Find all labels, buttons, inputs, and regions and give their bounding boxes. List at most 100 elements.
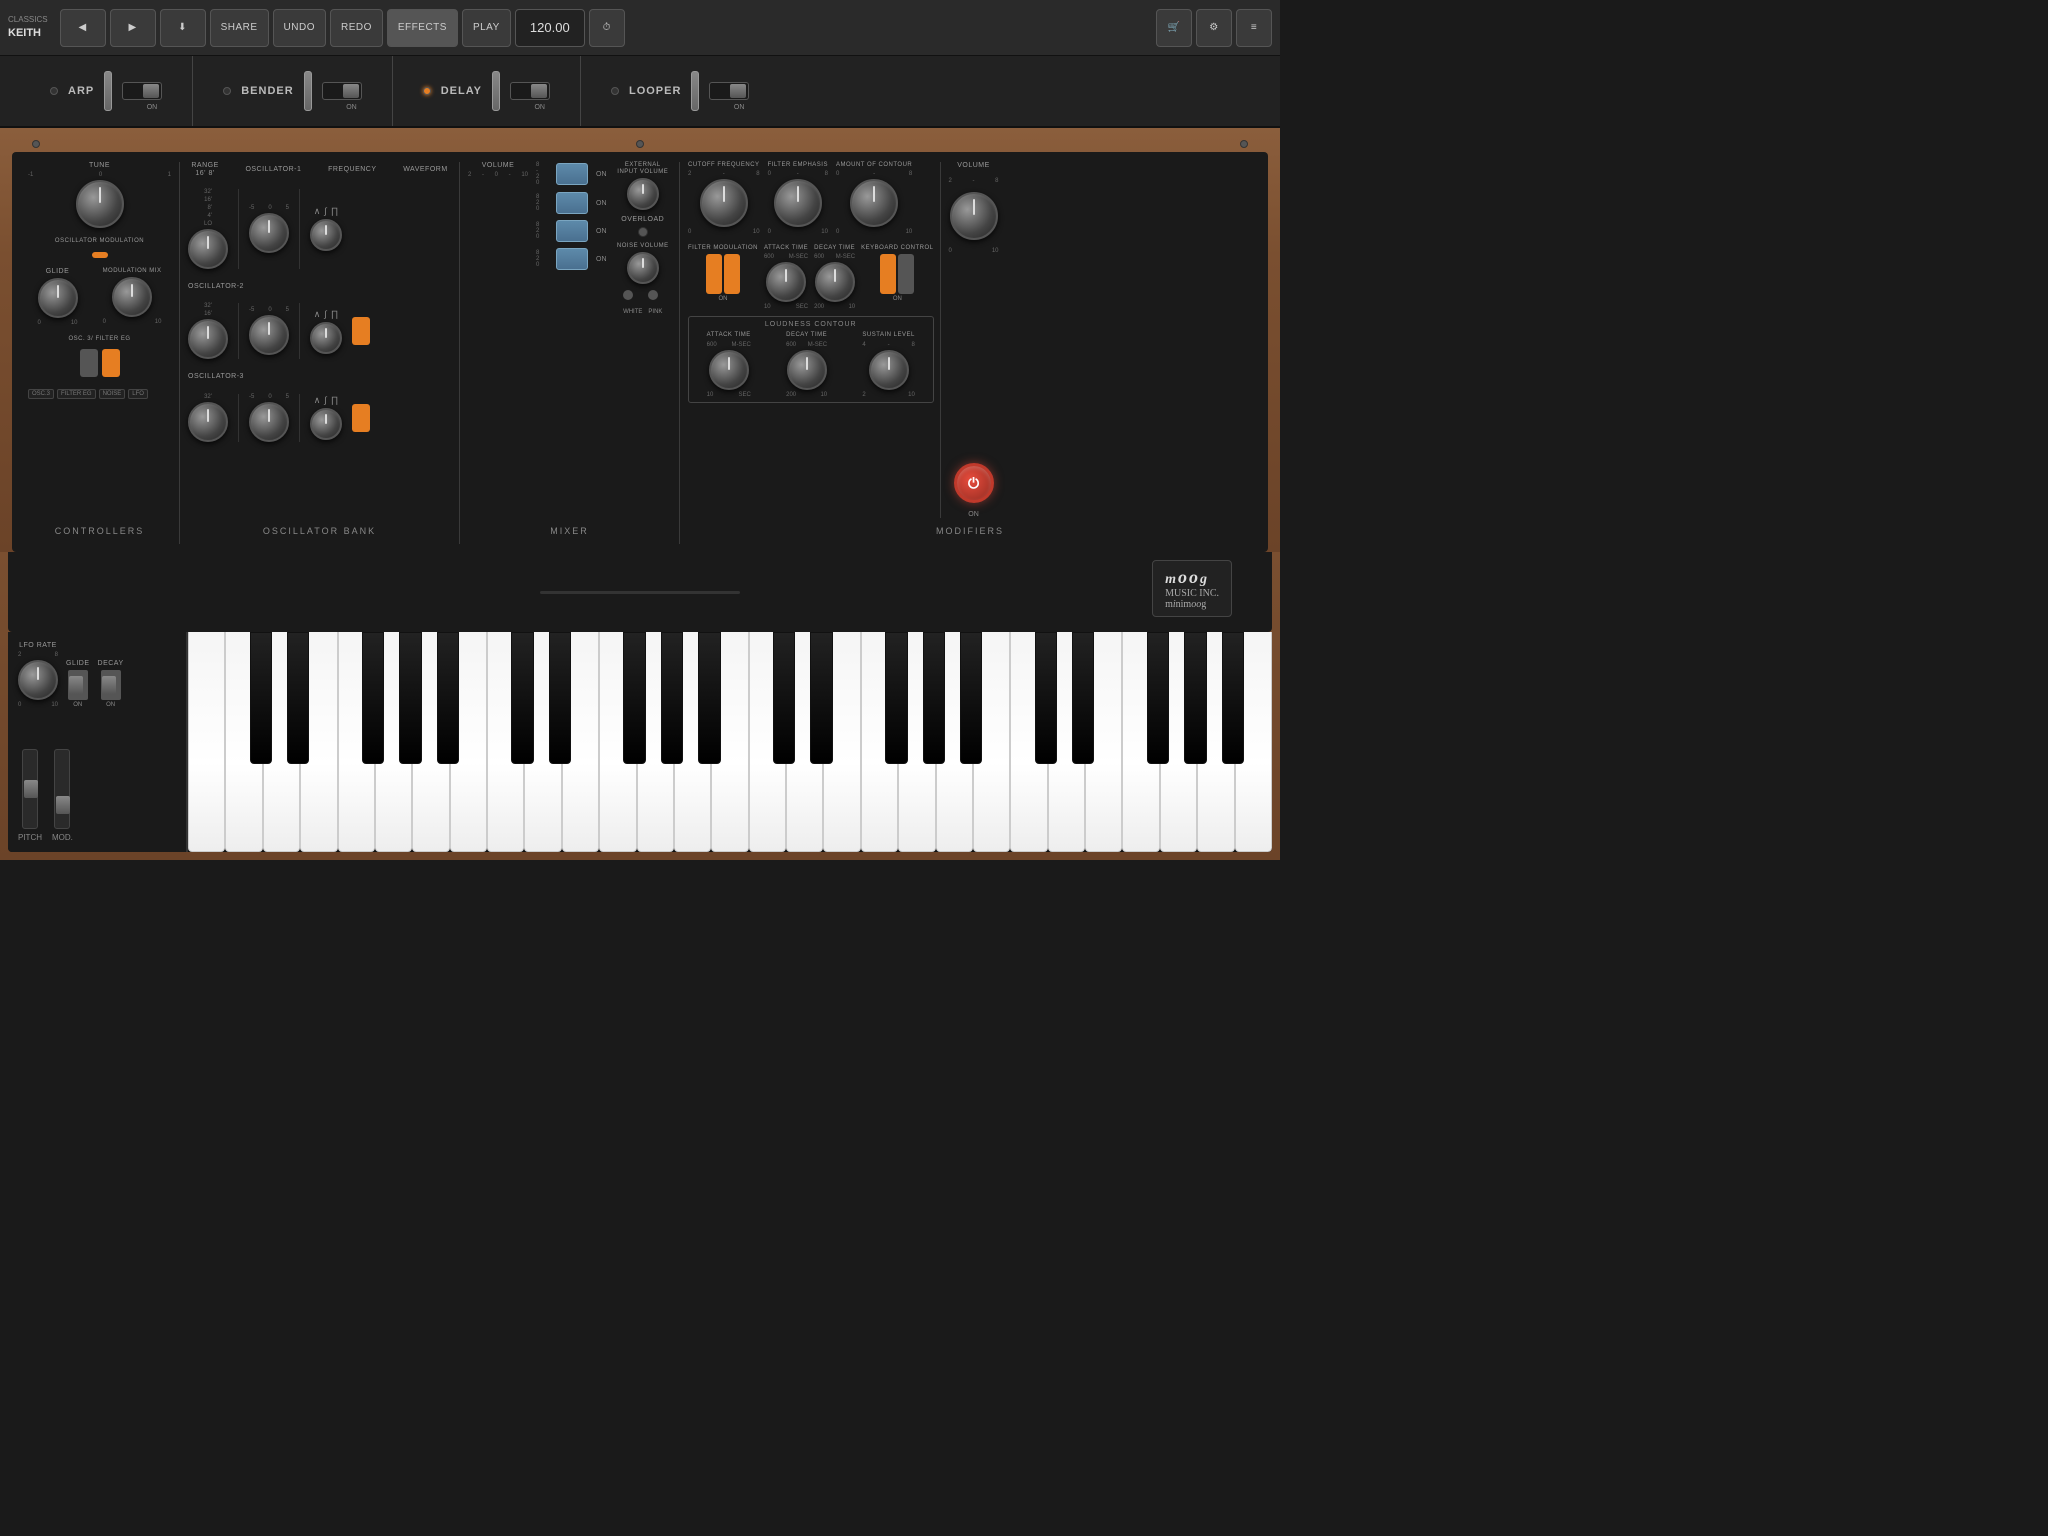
arp-toggle[interactable]: ON <box>122 82 162 100</box>
lc-decay-knob[interactable] <box>787 350 827 390</box>
main-vol-knob[interactable] <box>950 192 998 240</box>
pink-led <box>648 290 658 300</box>
osc3-filter-label: OSC. 3/ FILTER EG <box>68 336 130 343</box>
osc3-freq-knob[interactable] <box>249 402 289 442</box>
bender-toggle[interactable]: ON <box>322 82 362 100</box>
osc1-range-knob[interactable] <box>188 229 228 269</box>
play-button[interactable]: PLAY <box>462 9 511 47</box>
osc1-freq-knob[interactable] <box>249 213 289 253</box>
black-key[interactable] <box>437 632 459 764</box>
kb-switch1[interactable] <box>880 254 896 294</box>
mod-slider[interactable] <box>54 749 70 829</box>
arp-slider[interactable] <box>104 71 112 111</box>
tempo-sync-button[interactable]: ⏱ <box>589 9 625 47</box>
black-key[interactable] <box>885 632 907 764</box>
lfo-rate-knob[interactable] <box>18 660 58 700</box>
osc1-wave-knob[interactable] <box>310 219 342 251</box>
black-key[interactable] <box>250 632 272 764</box>
ch3-fader[interactable] <box>556 220 588 242</box>
black-key[interactable] <box>960 632 982 764</box>
black-key[interactable] <box>362 632 384 764</box>
filter-mod-switch1[interactable] <box>706 254 722 294</box>
lfo-btn[interactable]: LFO <box>128 389 148 399</box>
black-key[interactable] <box>287 632 309 764</box>
black-key[interactable] <box>773 632 795 764</box>
delay-toggle[interactable]: ON <box>510 82 550 100</box>
black-key[interactable] <box>1184 632 1206 764</box>
emphasis-knob[interactable] <box>774 179 822 227</box>
decay-group-kb: DECAY ON <box>98 660 124 708</box>
osc2-freq-knob[interactable] <box>249 315 289 355</box>
filter-mod-switch2[interactable] <box>724 254 740 294</box>
osc2-wave-knob[interactable] <box>310 322 342 354</box>
kb-switch2[interactable] <box>898 254 914 294</box>
lc-attack-knob[interactable] <box>709 350 749 390</box>
tune-knob[interactable] <box>76 180 124 228</box>
osc3-range-knob[interactable] <box>188 402 228 442</box>
mod-mix-knob[interactable] <box>112 277 152 317</box>
noise-group: NOISE VOLUME WHITE PINK <box>615 243 672 318</box>
osc-mod-switch[interactable] <box>92 252 108 258</box>
osc3-wave-knob[interactable] <box>310 408 342 440</box>
cutoff-knob[interactable] <box>700 179 748 227</box>
ch1-fader[interactable] <box>556 163 588 185</box>
osc2-range-knob[interactable] <box>188 319 228 359</box>
pitch-slider[interactable] <box>22 749 38 829</box>
next-button[interactable]: ▶ <box>110 9 156 47</box>
ext-vol-knob[interactable] <box>627 178 659 210</box>
filter-attack-knob[interactable] <box>766 262 806 302</box>
ch4-fader[interactable] <box>556 248 588 270</box>
black-key[interactable] <box>1222 632 1244 764</box>
share-button[interactable]: SHARE <box>210 9 269 47</box>
prev-button[interactable]: ◀ <box>60 9 106 47</box>
undo-button[interactable]: UNDO <box>273 9 326 47</box>
filter-decay-knob[interactable] <box>815 262 855 302</box>
scroll-bar[interactable] <box>540 591 740 594</box>
ch2-fader[interactable] <box>556 192 588 214</box>
ch3-on: ON <box>596 228 607 235</box>
black-key[interactable] <box>923 632 945 764</box>
white-key[interactable] <box>188 632 225 852</box>
looper-toggle[interactable]: ON <box>709 82 749 100</box>
black-key[interactable] <box>661 632 683 764</box>
black-key[interactable] <box>623 632 645 764</box>
effects-button[interactable]: EFFECTS <box>387 9 458 47</box>
arp-label: ARP <box>68 85 94 97</box>
black-key[interactable] <box>549 632 571 764</box>
lc-sustain-knob[interactable] <box>869 350 909 390</box>
amount-knob[interactable] <box>850 179 898 227</box>
black-key[interactable] <box>810 632 832 764</box>
black-key[interactable] <box>399 632 421 764</box>
noise-btn[interactable]: NOISE <box>99 389 126 399</box>
settings-button[interactable]: ⚙ <box>1196 9 1232 47</box>
black-key[interactable] <box>511 632 533 764</box>
delay-slider[interactable] <box>492 71 500 111</box>
mixer-label: MIXER <box>468 518 671 536</box>
black-key[interactable] <box>1035 632 1057 764</box>
white-noise-group: WHITE <box>623 290 642 318</box>
piano-keys[interactable] <box>188 632 1272 852</box>
glide-toggle[interactable] <box>68 670 88 700</box>
osc3-switch[interactable] <box>352 404 370 432</box>
bender-slider[interactable] <box>304 71 312 111</box>
black-key[interactable] <box>698 632 720 764</box>
menu-button[interactable]: ≡ <box>1236 9 1272 47</box>
osc3-switch-1[interactable] <box>80 349 98 377</box>
tempo-display[interactable]: 120.00 <box>515 9 585 47</box>
osc3-switch-2[interactable] <box>102 349 120 377</box>
power-button[interactable]: ⏻ <box>954 463 994 503</box>
black-key[interactable] <box>1147 632 1169 764</box>
looper-slider[interactable] <box>691 71 699 111</box>
black-key[interactable] <box>1072 632 1094 764</box>
overload-led <box>638 227 648 237</box>
filter-eg-btn[interactable]: FILTER EG <box>57 389 96 399</box>
redo-button[interactable]: REDO <box>330 9 383 47</box>
save-button[interactable]: ⬇ <box>160 9 206 47</box>
glide-knob[interactable] <box>38 278 78 318</box>
noise-knob[interactable] <box>627 252 659 284</box>
mod-thumb <box>56 796 70 814</box>
decay-toggle[interactable] <box>101 670 121 700</box>
cart-button[interactable]: 🛒 <box>1156 9 1192 47</box>
osc3-btn[interactable]: OSC.3 <box>28 389 54 399</box>
osc2-switch[interactable] <box>352 317 370 345</box>
